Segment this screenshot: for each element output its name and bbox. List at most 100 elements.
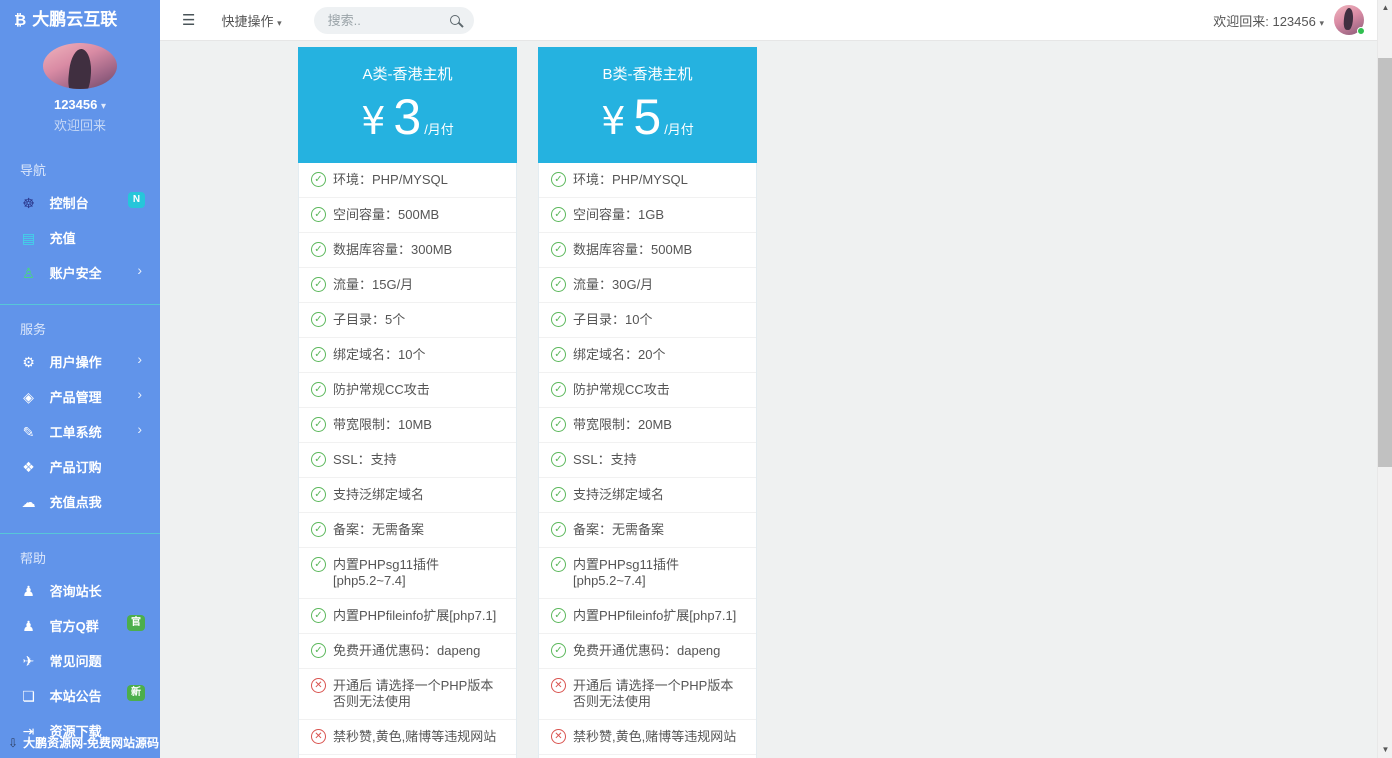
feature-row: SSL：支持 [299, 442, 516, 477]
vertical-scrollbar[interactable]: ▲ ▼ [1377, 0, 1392, 758]
sidebar-item-label: 常见问题 [49, 654, 102, 669]
sidebar-item-ticket-system[interactable]: ✎ 工单系统 › [0, 414, 160, 449]
sidebar-item-account-security[interactable]: ♙ 账户安全 › [0, 255, 160, 290]
feature-status-icon [551, 608, 566, 623]
feature-status-icon [311, 172, 326, 187]
sidebar-item-label: 用户操作 [49, 355, 102, 370]
feature-row: 免费开通优惠码：dapeng [299, 633, 516, 668]
main-content: A类-香港主机 ¥ 3 /月付 环境：PHP/MYSQL 空间容量 [160, 42, 1377, 758]
scrollbar-up-button[interactable]: ▲ [1378, 1, 1392, 15]
feature-status-icon [551, 557, 566, 572]
sidebar-item-icon: ❏ [22, 689, 35, 705]
scrollbar-thumb[interactable] [1378, 58, 1392, 467]
sidebar-section-nav: 导航 ☸ 控制台 N ▤ 充值 ♙ 账户安全 › [0, 146, 160, 298]
sidebar-item-icon: ▤ [21, 231, 36, 247]
sidebar-item-label: 产品订购 [49, 460, 102, 475]
feature-text: 流量：15G/月 [333, 277, 414, 292]
feature-text: 流量：30G/月 [573, 277, 654, 292]
quick-actions-dropdown[interactable]: 快捷操作 ▾ [221, 11, 281, 30]
feature-text: SSL：支持 [333, 452, 397, 467]
app-window: ₿ 大鹏云互联 123456 ▾ 欢迎回来 导航 ☸ 控制台 N ▤ 充值 ♙ … [0, 0, 1392, 758]
pricing-cards-row: A类-香港主机 ¥ 3 /月付 环境：PHP/MYSQL 空间容量 [298, 47, 1377, 758]
chevron-down-icon: ▾ [100, 101, 107, 112]
search-bar [313, 6, 474, 34]
sidebar-item-site-announcement[interactable]: ❏ 本站公告 新 [0, 678, 160, 713]
section-label: 导航 [20, 163, 47, 178]
topbar: ☰ 快捷操作 ▾ 欢迎回来: 123456 ▾ [160, 0, 1377, 41]
feature-status-icon [311, 729, 326, 744]
sidebar-item-official-qq-group[interactable]: ♟ 官方Q群 官 [0, 608, 160, 643]
feature-row: 支持泛绑定域名 [539, 477, 756, 512]
sidebar-item-product-management[interactable]: ◈ 产品管理 › [0, 379, 160, 414]
scrollbar-down-button[interactable]: ▼ [1378, 743, 1392, 757]
plan-title: A类-香港主机 [362, 66, 453, 83]
search-button[interactable] [449, 13, 465, 28]
feature-text: 带宽限制：10MB [333, 417, 432, 432]
feature-row: 流量：30G/月 [539, 267, 756, 302]
feature-status-icon [551, 643, 566, 658]
sidebar-section-services: 服务 ⚙ 用户操作 › ◈ 产品管理 › ✎ 工单系统 › ❖ 产品订购 ☁ 充… [0, 304, 160, 527]
feature-status-icon [311, 242, 326, 257]
menu-toggle-icon[interactable]: ☰ [182, 11, 195, 29]
sidebar-item-label: 充值 [49, 231, 76, 246]
feature-status-icon [311, 522, 326, 537]
feature-row: 内置PHPsg11插件[php5.2~7.4] [539, 547, 756, 598]
feature-status-icon [551, 487, 566, 502]
feature-status-icon [311, 277, 326, 292]
price-amount: 3 [393, 89, 422, 145]
sidebar-item-icon: ♙ [22, 266, 35, 282]
feature-row: 绑定域名：20个 [539, 337, 756, 372]
sidebar-item-label: 本站公告 [49, 689, 102, 704]
feature-text: 内置PHPfileinfo扩展[php7.1] [573, 608, 737, 623]
feature-status-icon [311, 487, 326, 502]
sidebar-item-label: 咨询站长 [49, 584, 102, 599]
username-dropdown[interactable]: 123456 ▾ [0, 97, 160, 112]
price-period: /月付 [424, 122, 454, 137]
feature-status-icon [551, 207, 566, 222]
feature-list: 环境：PHP/MYSQL 空间容量：500MB 数据库容量：300MB 流量：1… [299, 163, 516, 754]
feature-text: 绑定域名：10个 [333, 347, 426, 362]
sidebar-item-recharge-here[interactable]: ☁ 充值点我 [0, 484, 160, 519]
status-badge: 新 [127, 685, 145, 701]
feature-text: 开通后 请选择一个PHP版本 否则无法使用 [333, 678, 494, 709]
feature-row: 禁秒赞,黄色,赌博等违规网站 [539, 719, 756, 754]
sidebar-item-console[interactable]: ☸ 控制台 N [0, 185, 160, 220]
sidebar-item-recharge[interactable]: ▤ 充值 [0, 220, 160, 255]
plan-price: ¥ 5 /月付 [538, 88, 757, 146]
feature-status-icon [311, 452, 326, 467]
feature-row: 禁秒赞,黄色,赌博等违规网站 [299, 719, 516, 754]
sidebar-item-faq[interactable]: ✈ 常见问题 [0, 643, 160, 678]
sidebar-footer-link[interactable]: ⇩ 大鹏资源网-免费网站源码 [0, 727, 160, 758]
pricing-card-b: B类-香港主机 ¥ 5 /月付 环境：PHP/MYSQL 空间容量 [538, 47, 757, 758]
chevron-right-icon: › [137, 262, 142, 278]
feature-status-icon [311, 678, 326, 693]
status-badge: 官 [127, 615, 145, 631]
sidebar-item-icon: ✈ [22, 654, 35, 670]
feature-status-icon [551, 277, 566, 292]
search-icon [449, 15, 460, 25]
brand-link[interactable]: ₿ 大鹏云互联 [0, 0, 160, 40]
feature-text: 防护常规CC攻击 [333, 382, 430, 397]
feature-row: 环境：PHP/MYSQL [299, 163, 516, 197]
feature-status-icon [551, 452, 566, 467]
feature-text: 开通后 请选择一个PHP版本 否则无法使用 [573, 678, 734, 709]
section-label: 服务 [20, 322, 47, 337]
sidebar-item-user-operations[interactable]: ⚙ 用户操作 › [0, 344, 160, 379]
feature-list: 环境：PHP/MYSQL 空间容量：1GB 数据库容量：500MB 流量：30G… [539, 163, 756, 754]
feature-status-icon [551, 417, 566, 432]
chevron-right-icon: › [137, 421, 142, 437]
price-period: /月付 [664, 122, 694, 137]
sidebar-item-product-order[interactable]: ❖ 产品订购 [0, 449, 160, 484]
sidebar-item-contact-webmaster[interactable]: ♟ 咨询站长 [0, 573, 160, 608]
bitcoin-icon: ₿ [14, 12, 27, 29]
user-menu[interactable]: 欢迎回来: 123456 ▾ [1213, 11, 1324, 30]
chevron-right-icon: › [137, 351, 142, 367]
feature-row: 带宽限制：20MB [539, 407, 756, 442]
avatar[interactable] [1334, 5, 1365, 35]
feature-status-icon [311, 207, 326, 222]
card-footer: 订购产品 [539, 754, 756, 758]
avatar[interactable] [43, 43, 117, 89]
feature-row: 内置PHPfileinfo扩展[php7.1] [539, 598, 756, 633]
chevron-down-icon: ▾ [277, 17, 282, 28]
feature-row: 防护常规CC攻击 [299, 372, 516, 407]
